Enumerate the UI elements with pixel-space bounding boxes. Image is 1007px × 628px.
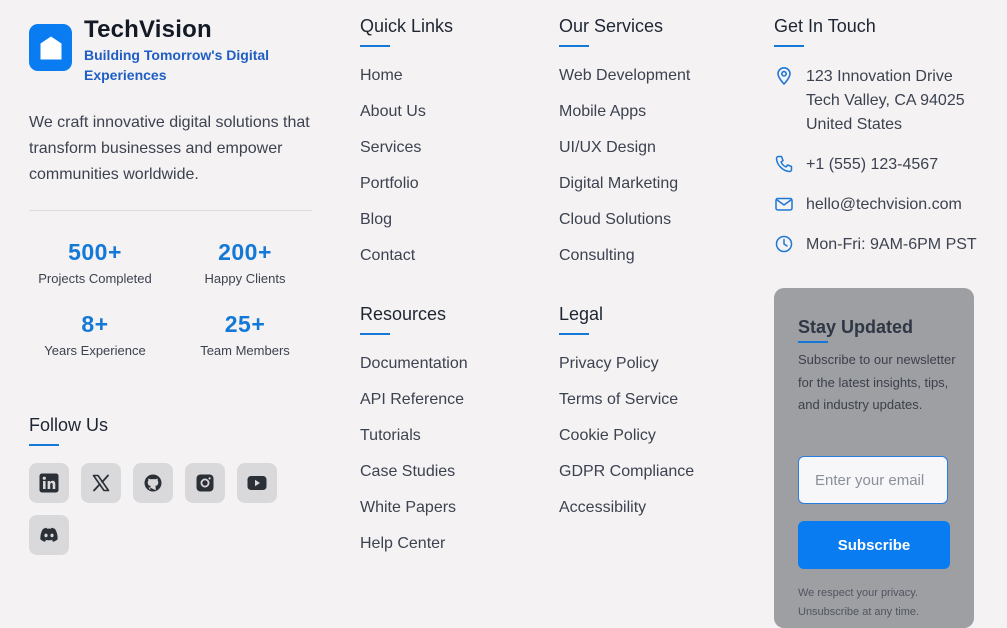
link-help-center[interactable]: Help Center: [360, 534, 468, 570]
stat-value: 25+: [224, 311, 266, 337]
stat-label: Happy Clients: [204, 271, 286, 286]
link-terms-of-service[interactable]: Terms of Service: [559, 390, 694, 426]
link-gdpr-compliance[interactable]: GDPR Compliance: [559, 462, 694, 498]
link-mobile-apps[interactable]: Mobile Apps: [559, 102, 690, 138]
title-underline: [774, 45, 804, 47]
stat-label: Team Members: [200, 343, 290, 358]
phone-icon: [775, 155, 793, 173]
link-cookie-policy[interactable]: Cookie Policy: [559, 426, 694, 462]
brand-name: TechVision: [84, 16, 212, 43]
contact-hours: Mon-Fri: 9AM-6PM PST: [774, 233, 977, 257]
link-cloud-solutions[interactable]: Cloud Solutions: [559, 210, 690, 246]
clock-icon: [775, 235, 793, 253]
resources-title: Resources: [360, 304, 447, 324]
follow-title: Follow Us: [29, 415, 109, 435]
contact-phone[interactable]: +1 (555) 123-4567: [774, 153, 938, 177]
stat-team: 25+ Team Members: [170, 311, 320, 358]
contact-email[interactable]: hello@techvision.com: [774, 193, 962, 217]
mail-icon: [775, 197, 793, 211]
company-description: We craft innovative digital solutions th…: [29, 114, 310, 183]
brand-tagline: Building Tomorrow's Digital Experiences: [84, 47, 270, 83]
map-pin-icon: [777, 67, 791, 85]
instagram-icon: [196, 474, 214, 492]
stat-label: Years Experience: [44, 343, 146, 358]
link-ui-ux-design[interactable]: UI/UX Design: [559, 138, 690, 174]
quick-links-title: Quick Links: [360, 16, 454, 36]
services-title: Our Services: [559, 16, 664, 36]
stat-clients: 200+ Happy Clients: [170, 239, 320, 286]
x-button[interactable]: [81, 463, 121, 503]
linkedin-icon: [39, 473, 59, 493]
contact-address: 123 Innovation Drive Tech Valley, CA 940…: [774, 65, 965, 137]
stat-projects: 500+ Projects Completed: [20, 239, 170, 286]
phone-number: +1 (555) 123-4567: [806, 156, 939, 173]
linkedin-button[interactable]: [29, 463, 69, 503]
link-digital-marketing[interactable]: Digital Marketing: [559, 174, 690, 210]
divider: [29, 210, 312, 211]
title-underline: [360, 333, 390, 335]
brand-logo[interactable]: [29, 24, 72, 71]
title-underline: [559, 45, 589, 47]
link-contact[interactable]: Contact: [360, 246, 426, 282]
contact-title: Get In Touch: [774, 16, 876, 36]
link-api-reference[interactable]: API Reference: [360, 390, 468, 426]
x-icon: [92, 474, 110, 492]
newsletter-description: Subscribe to our newsletter for the late…: [798, 352, 956, 412]
services-list: Web Development Mobile Apps UI/UX Design…: [559, 66, 690, 282]
link-case-studies[interactable]: Case Studies: [360, 462, 468, 498]
title-underline: [559, 333, 589, 335]
link-privacy-policy[interactable]: Privacy Policy: [559, 354, 694, 390]
stat-value: 8+: [81, 311, 109, 337]
link-documentation[interactable]: Documentation: [360, 354, 468, 390]
link-portfolio[interactable]: Portfolio: [360, 174, 426, 210]
link-web-development[interactable]: Web Development: [559, 66, 690, 102]
address-line: Tech Valley, CA 94025: [806, 92, 965, 109]
discord-button[interactable]: [29, 515, 69, 555]
newsletter-title: Stay Updated: [798, 317, 914, 337]
link-accessibility[interactable]: Accessibility: [559, 498, 694, 534]
link-tutorials[interactable]: Tutorials: [360, 426, 468, 462]
github-icon: [144, 474, 162, 492]
stat-value: 500+: [68, 239, 122, 265]
house-logo-icon: [40, 36, 61, 59]
title-underline: [798, 341, 828, 343]
subscribe-button[interactable]: Subscribe: [798, 521, 950, 569]
title-underline: [360, 45, 390, 47]
link-white-papers[interactable]: White Papers: [360, 498, 468, 534]
email-address: hello@techvision.com: [806, 196, 962, 213]
link-home[interactable]: Home: [360, 66, 426, 102]
privacy-note: We respect your privacy. Unsubscribe at …: [798, 587, 920, 618]
legal-list: Privacy Policy Terms of Service Cookie P…: [559, 354, 694, 534]
newsletter-email-input[interactable]: [798, 456, 948, 504]
address-line: 123 Innovation Drive: [806, 68, 953, 85]
youtube-icon: [247, 476, 267, 490]
instagram-button[interactable]: [185, 463, 225, 503]
business-hours: Mon-Fri: 9AM-6PM PST: [806, 236, 977, 253]
link-services[interactable]: Services: [360, 138, 426, 174]
youtube-button[interactable]: [237, 463, 277, 503]
link-blog[interactable]: Blog: [360, 210, 426, 246]
stat-years: 8+ Years Experience: [20, 311, 170, 358]
github-button[interactable]: [133, 463, 173, 503]
discord-icon: [40, 527, 58, 542]
link-about-us[interactable]: About Us: [360, 102, 426, 138]
address-line: United States: [806, 116, 903, 133]
legal-title: Legal: [559, 304, 604, 324]
resources-list: Documentation API Reference Tutorials Ca…: [360, 354, 468, 570]
link-consulting[interactable]: Consulting: [559, 246, 690, 282]
stat-label: Projects Completed: [38, 271, 152, 286]
stat-value: 200+: [218, 239, 272, 265]
quick-links-list: Home About Us Services Portfolio Blog Co…: [360, 66, 426, 282]
title-underline: [29, 444, 59, 446]
